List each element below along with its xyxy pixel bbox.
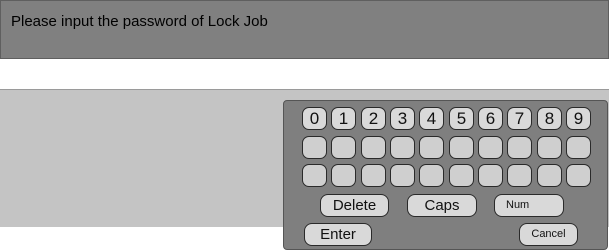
dialog-header: Please input the password of Lock Job: [0, 0, 609, 59]
key-blank[interactable]: [478, 164, 503, 187]
key-blank[interactable]: [566, 164, 591, 187]
num-button[interactable]: Num: [494, 194, 564, 217]
key-blank[interactable]: [361, 164, 386, 187]
key-6[interactable]: 6: [478, 107, 503, 130]
key-9[interactable]: 9: [566, 107, 591, 130]
key-5[interactable]: 5: [449, 107, 474, 130]
cancel-button[interactable]: Cancel: [519, 223, 578, 246]
key-blank[interactable]: [361, 136, 386, 159]
key-1[interactable]: 1: [331, 107, 356, 130]
delete-button[interactable]: Delete: [320, 194, 389, 217]
key-4[interactable]: 4: [419, 107, 444, 130]
key-3[interactable]: 3: [390, 107, 415, 130]
key-blank[interactable]: [390, 136, 415, 159]
key-2[interactable]: 2: [361, 107, 386, 130]
key-blank[interactable]: [302, 164, 327, 187]
key-0[interactable]: 0: [302, 107, 327, 130]
caps-button[interactable]: Caps: [407, 194, 477, 217]
key-blank[interactable]: [419, 136, 444, 159]
key-blank[interactable]: [507, 164, 532, 187]
key-blank[interactable]: [478, 136, 503, 159]
key-7[interactable]: 7: [507, 107, 532, 130]
password-input[interactable]: [0, 59, 609, 89]
key-blank[interactable]: [331, 136, 356, 159]
key-blank[interactable]: [449, 136, 474, 159]
key-blank[interactable]: [507, 136, 532, 159]
key-blank[interactable]: [537, 136, 562, 159]
prompt-title: Please input the password of Lock Job: [11, 13, 268, 30]
key-blank[interactable]: [566, 136, 591, 159]
onscreen-keyboard: 0 1 2 3 4 5 6 7 8 9 Delete Caps Num Ente…: [283, 100, 608, 250]
key-blank[interactable]: [390, 164, 415, 187]
key-blank[interactable]: [537, 164, 562, 187]
key-blank[interactable]: [449, 164, 474, 187]
enter-button[interactable]: Enter: [304, 223, 372, 246]
key-blank[interactable]: [419, 164, 444, 187]
key-blank[interactable]: [331, 164, 356, 187]
key-blank[interactable]: [302, 136, 327, 159]
key-8[interactable]: 8: [537, 107, 562, 130]
